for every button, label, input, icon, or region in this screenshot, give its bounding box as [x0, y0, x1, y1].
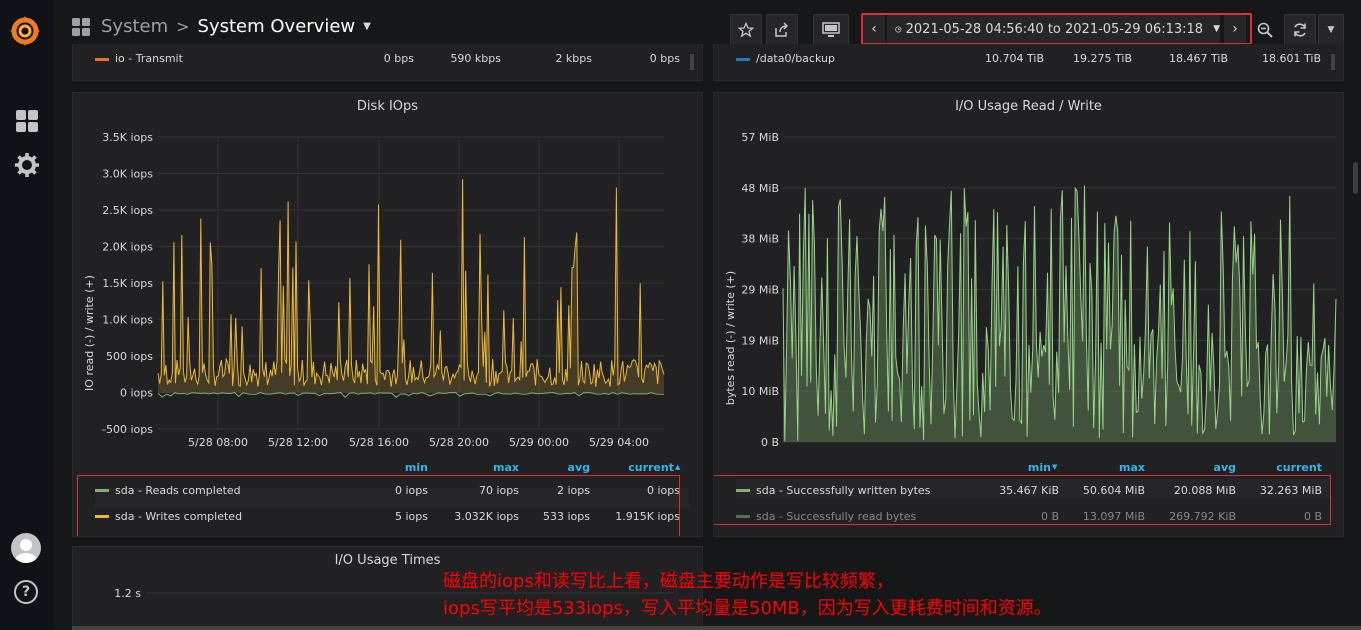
share-button[interactable]	[766, 14, 798, 46]
y-tick-label: 1.2 s	[114, 587, 141, 600]
legend-header-min: min	[405, 461, 428, 474]
clock-icon	[895, 25, 902, 33]
legend-scrollbar[interactable]	[1331, 54, 1335, 70]
breadcrumb: System > System Overview ▼	[71, 16, 371, 37]
legend-header-max: max	[493, 461, 519, 474]
x-tick-label: 5/29 00:00	[509, 436, 569, 449]
y-tick-label: 1.5K iops	[102, 277, 153, 290]
y-tick-label: 0 iops	[120, 387, 153, 400]
y-tick-label: 10 MiB	[741, 385, 779, 398]
legend-min: 0 bps	[384, 52, 414, 65]
top-right-legend-row: /data0/backup 10.704 TiB 19.275 TiB 18.4…	[736, 52, 1335, 70]
legend-header-current: current	[628, 461, 674, 474]
y-tick-label: 500 iops	[106, 350, 153, 363]
side-menu: ?	[0, 0, 53, 630]
y-tick-label: 48 MiB	[741, 182, 779, 195]
legend-series-label: io - Transmit	[115, 52, 184, 65]
series-color-swatch	[95, 58, 109, 61]
y-tick-label: 2.5K iops	[102, 204, 153, 217]
legend-max: 590 kbps	[450, 52, 501, 65]
y-tick-label: 0 B	[761, 436, 779, 449]
breadcrumb-separator: >	[176, 17, 190, 36]
y-tick-label: 3.5K iops	[102, 131, 153, 144]
dashboards-icon[interactable]	[14, 108, 40, 134]
page-scrollbar[interactable]	[1353, 162, 1358, 194]
y-axis-label: bytes read (-) / write (+)	[724, 271, 737, 405]
zoom-out-icon	[1257, 22, 1273, 38]
y-tick-label: 57 MiB	[741, 131, 779, 144]
apps-grid-icon	[72, 17, 90, 36]
sort-asc-icon[interactable]: ▲	[675, 463, 681, 471]
disk-iops-chart[interactable]: 3.5K iops 3.0K iops 2.5K iops 2.0K iops 1.5K…	[73, 93, 703, 537]
refresh-button[interactable]	[1284, 14, 1316, 46]
sort-desc-icon[interactable]: ▼	[1052, 463, 1058, 471]
io-usage-chart[interactable]: 57 MiB48 MiB38 MiB29 MiB19 MiB10 MiB0 B …	[714, 93, 1344, 537]
x-tick-label: 5/28 20:00	[429, 436, 489, 449]
time-back-button[interactable]: ‹	[863, 15, 885, 43]
highlight-box	[77, 475, 680, 536]
y-tick-label: 3.0K iops	[102, 168, 153, 181]
y-tick-label: 2.0K iops	[102, 241, 153, 254]
legend-header-avg: avg	[568, 461, 590, 474]
user-avatar[interactable]	[11, 533, 41, 563]
panel-io-usage: I/O Usage Read / Write 57 MiB 48 MiB 38 Mi…	[713, 92, 1344, 537]
share-icon	[775, 22, 789, 37]
y-tick-label: -500 iops	[102, 423, 153, 436]
help-icon[interactable]: ?	[14, 580, 38, 604]
refresh-interval-dropdown[interactable]: ▼	[1318, 14, 1344, 46]
legend-current: 18.601 TiB	[1262, 52, 1321, 65]
horizontal-scrollbar[interactable]	[72, 626, 1361, 630]
legend-series-label: /data0/backup	[756, 52, 835, 65]
panel-network-partial: io - Transmit 0 bps 590 kbps 2 kbps 0 bp…	[72, 44, 703, 81]
x-tick-label: 5/28 08:00	[188, 436, 248, 449]
refresh-icon	[1294, 23, 1306, 37]
legend-scrollbar[interactable]	[690, 54, 694, 70]
annotation-line-2: iops写平均是533iops，写入平均量是50MB，因为写入更耗费时间和资源。	[443, 598, 1052, 619]
top-left-legend-row: io - Transmit 0 bps 590 kbps 2 kbps 0 bp…	[95, 52, 694, 70]
zoom-out-button[interactable]	[1252, 14, 1278, 46]
chevron-down-icon: ▼	[1213, 24, 1220, 34]
star-icon	[738, 22, 754, 38]
legend-header-avg: avg	[1214, 461, 1236, 474]
time-forward-button[interactable]: ›	[1224, 15, 1246, 43]
monitor-icon	[822, 22, 840, 37]
configuration-gear-icon[interactable]	[14, 152, 40, 178]
annotation-line-1: 磁盘的iops和读写比上看，磁盘主要动作是写比较频繁，	[443, 571, 894, 592]
chevron-down-icon[interactable]: ▼	[363, 21, 371, 32]
y-tick-label: 29 MiB	[741, 284, 779, 297]
x-tick-label: 5/28 12:00	[268, 436, 328, 449]
series-color-swatch	[736, 58, 750, 61]
x-tick-label: 5/29 04:00	[589, 436, 649, 449]
time-picker: ‹ 2021-05-28 04:56:40 to 2021-05-29 06:1…	[861, 13, 1252, 45]
legend-header-min: min	[1028, 461, 1051, 474]
tv-mode-button[interactable]	[813, 14, 849, 46]
highlight-box	[714, 475, 1331, 525]
legend-header-max: max	[1119, 461, 1145, 474]
x-tick-label: 5/28 16:00	[349, 436, 409, 449]
series-line-reads	[157, 391, 664, 399]
y-tick-label: 1.0K iops	[102, 314, 153, 327]
dashboard-title[interactable]: System Overview	[198, 16, 356, 37]
y-tick-label: 19 MiB	[741, 334, 779, 347]
time-range-text: 2021-05-28 04:56:40 to 2021-05-29 06:13:…	[905, 21, 1204, 37]
panel-disk-space-partial: /data0/backup 10.704 TiB 19.275 TiB 18.4…	[713, 44, 1344, 81]
legend-avg: 2 kbps	[555, 52, 592, 65]
grafana-logo-icon[interactable]	[8, 14, 42, 48]
panel-disk-iops: Disk IOps 3.5K iops 3.0K iops 2.5K iops 2.0…	[72, 92, 703, 537]
legend-max: 19.275 TiB	[1073, 52, 1132, 65]
legend-avg: 18.467 TiB	[1169, 52, 1228, 65]
star-button[interactable]	[730, 14, 762, 46]
y-axis-label: IO read (-) / write (+)	[83, 275, 96, 391]
legend-header-current: current	[1276, 461, 1322, 474]
legend-min: 10.704 TiB	[985, 52, 1044, 65]
folder-link[interactable]: System	[101, 16, 168, 37]
legend-current: 0 bps	[650, 52, 680, 65]
user-icon	[15, 539, 37, 563]
time-range-button[interactable]: 2021-05-28 04:56:40 to 2021-05-29 06:13:…	[887, 15, 1220, 43]
y-tick-label: 38 MiB	[741, 233, 779, 246]
